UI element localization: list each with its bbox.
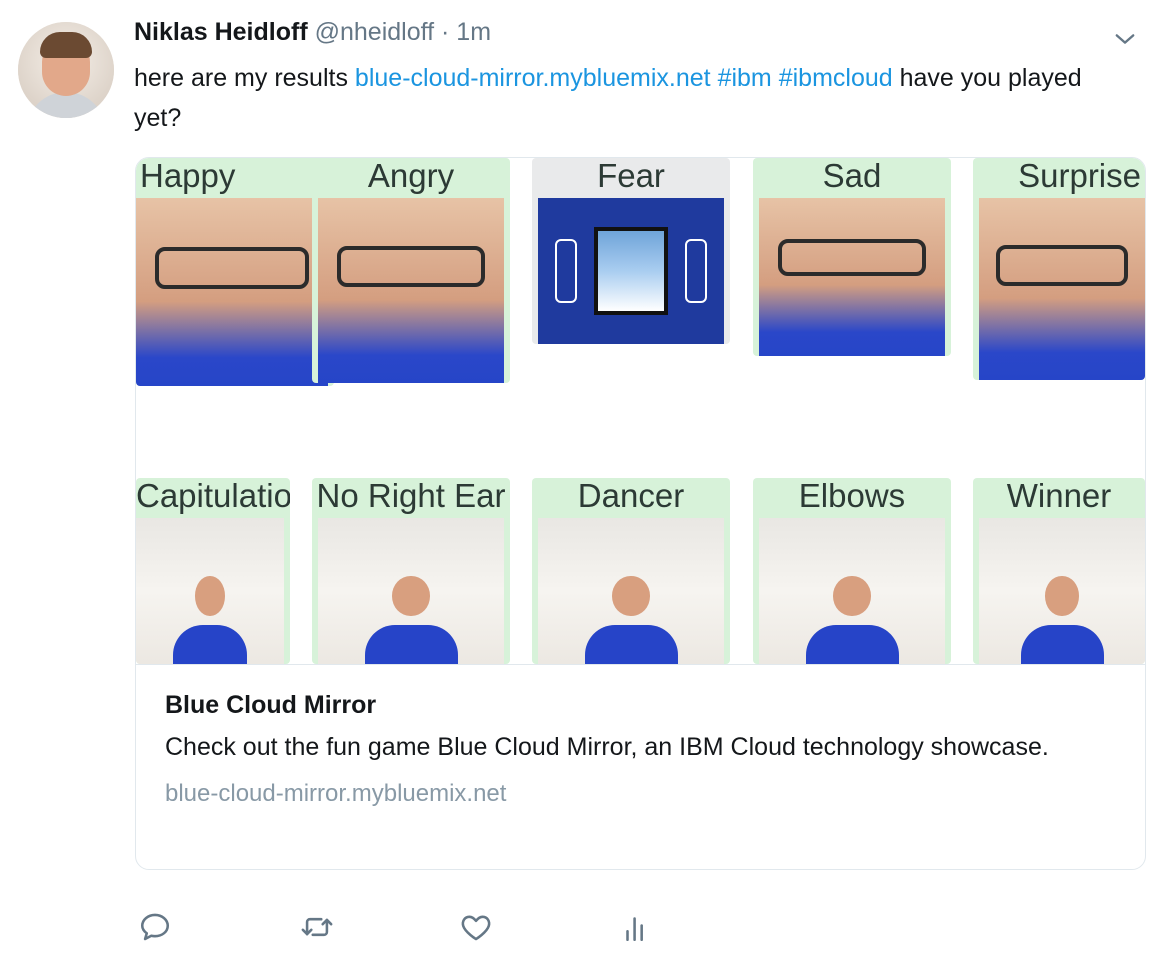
tweet-header: Niklas Heidloff @nheidloff · 1m bbox=[134, 18, 1140, 52]
chevron-down-icon[interactable] bbox=[1114, 28, 1136, 50]
tile-label: Elbows bbox=[798, 478, 906, 514]
torso bbox=[364, 624, 458, 664]
retweet-button[interactable] bbox=[296, 908, 338, 950]
photo-dancer bbox=[538, 518, 724, 664]
photo-surprise bbox=[979, 198, 1145, 380]
tile-dancer: Dancer bbox=[532, 478, 730, 664]
head bbox=[392, 576, 430, 616]
tile-label: Angry bbox=[367, 158, 455, 194]
card-description: Check out the fun game Blue Cloud Mirror… bbox=[165, 733, 1049, 761]
photo-happy bbox=[136, 198, 328, 386]
tile-label: Sad bbox=[822, 158, 882, 194]
hashtag-ibm[interactable]: #ibm bbox=[718, 64, 772, 92]
tile-label: Fear bbox=[597, 158, 665, 194]
head bbox=[612, 576, 650, 616]
hashtag-ibmcloud[interactable]: #ibmcloud bbox=[779, 64, 893, 92]
tile-label: Happy bbox=[140, 158, 236, 194]
tile-fear: Fear bbox=[532, 158, 730, 344]
reply-icon bbox=[138, 910, 172, 949]
tile-label: No Right Ear bbox=[316, 478, 506, 514]
photo-winner bbox=[979, 518, 1145, 664]
link-card[interactable]: Happy Angry Fear Sad Surprise Capitulati… bbox=[135, 157, 1146, 870]
ibm-logo-icon bbox=[685, 238, 708, 303]
tweet-text-prefix: here are my results bbox=[134, 64, 348, 92]
photo-fear bbox=[538, 198, 724, 344]
card-body[interactable]: Blue Cloud Mirror Check out the fun game… bbox=[165, 688, 1116, 811]
reply-button[interactable] bbox=[134, 908, 176, 950]
tile-label: Winner bbox=[1006, 478, 1112, 514]
tile-label: Dancer bbox=[577, 478, 685, 514]
card-url[interactable]: blue-cloud-mirror.mybluemix.net bbox=[165, 777, 1116, 811]
photo-capitulation bbox=[136, 518, 284, 664]
torso bbox=[805, 624, 899, 664]
ibm-logo-icon bbox=[554, 238, 577, 303]
tweet-text: here are my results blue-cloud-mirror.my… bbox=[134, 58, 1134, 138]
retweet-icon bbox=[300, 910, 334, 949]
head bbox=[833, 576, 871, 616]
photo-no-right-ear bbox=[318, 518, 504, 664]
tile-no-right-ear: No Right Ear bbox=[312, 478, 510, 664]
author-name[interactable]: Niklas Heidloff bbox=[134, 18, 308, 46]
person bbox=[364, 576, 458, 664]
glasses bbox=[336, 246, 486, 288]
glasses bbox=[155, 246, 309, 289]
tile-capitulation: Capitulation bbox=[136, 478, 290, 664]
tile-elbows: Elbows bbox=[753, 478, 951, 664]
torso bbox=[1020, 624, 1104, 664]
heart-icon bbox=[459, 910, 493, 949]
torso bbox=[584, 624, 678, 664]
author-handle[interactable]: @nheidloff bbox=[315, 18, 434, 46]
avatar[interactable] bbox=[18, 22, 114, 118]
tile-angry: Angry bbox=[312, 158, 510, 383]
person bbox=[584, 576, 678, 664]
head bbox=[1045, 576, 1079, 616]
glasses bbox=[777, 239, 927, 276]
tile-label: Surprise bbox=[1018, 158, 1141, 194]
card-image[interactable]: Happy Angry Fear Sad Surprise Capitulati… bbox=[136, 158, 1145, 665]
photo-elbows bbox=[759, 518, 945, 664]
time-separator: · bbox=[441, 18, 450, 46]
analytics-icon bbox=[619, 910, 653, 949]
tile-sad: Sad bbox=[753, 158, 951, 356]
photo-angry bbox=[318, 198, 504, 383]
person bbox=[1020, 576, 1104, 664]
avatar-hair bbox=[40, 32, 92, 58]
photo-sad bbox=[759, 198, 945, 356]
tile-surprise: Surprise bbox=[973, 158, 1145, 380]
person bbox=[805, 576, 899, 664]
analytics-button[interactable] bbox=[615, 908, 657, 950]
card-title[interactable]: Blue Cloud Mirror bbox=[165, 688, 1116, 722]
person bbox=[173, 576, 247, 664]
tablet-screen bbox=[593, 227, 669, 315]
tile-label: Capitulation bbox=[136, 478, 290, 514]
tile-winner: Winner bbox=[973, 478, 1145, 664]
like-button[interactable] bbox=[455, 908, 497, 950]
glasses bbox=[995, 245, 1129, 287]
tweet-time[interactable]: 1m bbox=[456, 18, 491, 46]
head bbox=[195, 576, 225, 616]
tweet-actions bbox=[134, 908, 734, 948]
tile-happy: Happy bbox=[136, 158, 334, 386]
tweet-link[interactable]: blue-cloud-mirror.mybluemix.net bbox=[355, 64, 711, 92]
torso bbox=[173, 624, 247, 664]
